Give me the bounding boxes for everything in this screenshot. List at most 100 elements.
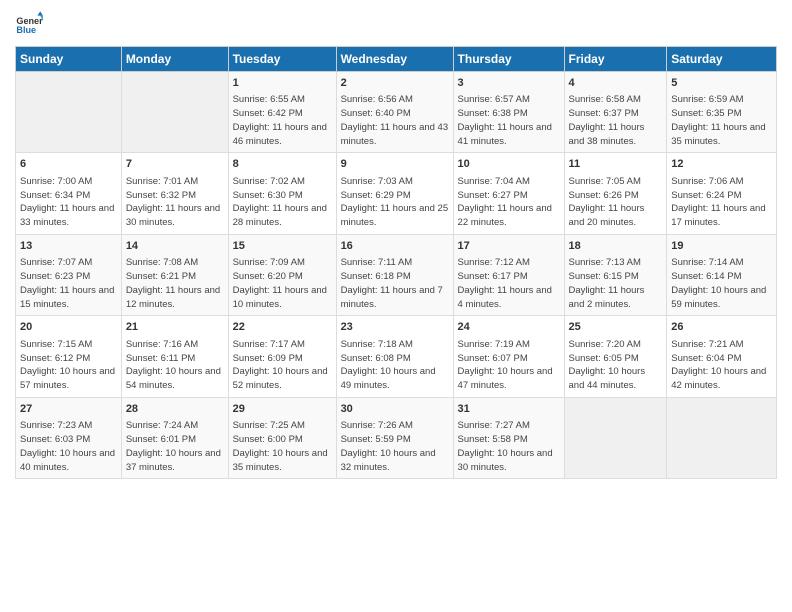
day-info: Sunrise: 6:59 AMSunset: 6:35 PMDaylight:… — [671, 93, 772, 148]
day-info: Sunrise: 6:57 AMSunset: 6:38 PMDaylight:… — [458, 93, 560, 148]
day-number: 17 — [458, 239, 560, 254]
weekday-header-thursday: Thursday — [453, 47, 564, 72]
weekday-header-friday: Friday — [564, 47, 667, 72]
weekday-header-row: SundayMondayTuesdayWednesdayThursdayFrid… — [16, 47, 777, 72]
logo-icon: General Blue — [15, 10, 43, 38]
day-info: Sunrise: 7:09 AMSunset: 6:20 PMDaylight:… — [233, 256, 332, 311]
calendar-cell — [667, 397, 777, 478]
day-info: Sunrise: 7:27 AMSunset: 5:58 PMDaylight:… — [458, 419, 560, 474]
calendar-cell: 2 Sunrise: 6:56 AMSunset: 6:40 PMDaylight… — [336, 72, 453, 153]
page: General Blue SundayMondayTuesdayWednesda… — [0, 0, 792, 612]
calendar-cell: 16 Sunrise: 7:11 AMSunset: 6:18 PMDayligh… — [336, 234, 453, 315]
day-info: Sunrise: 7:26 AMSunset: 5:59 PMDaylight:… — [341, 419, 449, 474]
calendar-cell: 24 Sunrise: 7:19 AMSunset: 6:07 PMDayligh… — [453, 316, 564, 397]
day-info: Sunrise: 7:07 AMSunset: 6:23 PMDaylight:… — [20, 256, 117, 311]
day-info: Sunrise: 7:00 AMSunset: 6:34 PMDaylight:… — [20, 175, 117, 230]
calendar-cell: 19 Sunrise: 7:14 AMSunset: 6:14 PMDayligh… — [667, 234, 777, 315]
day-info: Sunrise: 7:14 AMSunset: 6:14 PMDaylight:… — [671, 256, 772, 311]
day-number: 29 — [233, 402, 332, 417]
calendar-cell: 7 Sunrise: 7:01 AMSunset: 6:32 PMDaylight… — [121, 153, 228, 234]
day-info: Sunrise: 7:19 AMSunset: 6:07 PMDaylight:… — [458, 338, 560, 393]
weekday-header-tuesday: Tuesday — [228, 47, 336, 72]
calendar-cell — [121, 72, 228, 153]
day-info: Sunrise: 7:01 AMSunset: 6:32 PMDaylight:… — [126, 175, 224, 230]
calendar-cell: 4Sunrise: 6:58 AMSunset: 6:37 PMDaylight… — [564, 72, 667, 153]
calendar-cell: 27 Sunrise: 7:23 AMSunset: 6:03 PMDayligh… — [16, 397, 122, 478]
day-info: Sunrise: 7:06 AMSunset: 6:24 PMDaylight:… — [671, 175, 772, 230]
header: General Blue — [15, 10, 777, 38]
calendar-week-3: 13 Sunrise: 7:07 AMSunset: 6:23 PMDayligh… — [16, 234, 777, 315]
day-number: 9 — [341, 157, 449, 172]
day-number: 22 — [233, 320, 332, 335]
weekday-header-wednesday: Wednesday — [336, 47, 453, 72]
day-number: 2 — [341, 76, 449, 91]
weekday-header-monday: Monday — [121, 47, 228, 72]
svg-text:Blue: Blue — [16, 25, 36, 35]
day-info: Sunrise: 7:23 AMSunset: 6:03 PMDaylight:… — [20, 419, 117, 474]
day-number: 21 — [126, 320, 224, 335]
day-info: Sunrise: 7:11 AMSunset: 6:18 PMDaylight:… — [341, 256, 449, 311]
day-number: 27 — [20, 402, 117, 417]
calendar-cell: 14 Sunrise: 7:08 AMSunset: 6:21 PMDayligh… — [121, 234, 228, 315]
day-number: 19 — [671, 239, 772, 254]
day-number: 3 — [458, 76, 560, 91]
day-number: 31 — [458, 402, 560, 417]
day-number: 5 — [671, 76, 772, 91]
calendar-cell: 3 Sunrise: 6:57 AMSunset: 6:38 PMDaylight… — [453, 72, 564, 153]
day-number: 16 — [341, 239, 449, 254]
day-number: 20 — [20, 320, 117, 335]
day-info: Sunrise: 7:16 AMSunset: 6:11 PMDaylight:… — [126, 338, 224, 393]
calendar-cell: 30Sunrise: 7:26 AMSunset: 5:59 PMDayligh… — [336, 397, 453, 478]
day-info: Sunrise: 7:21 AMSunset: 6:04 PMDaylight:… — [671, 338, 772, 393]
day-info: Sunrise: 7:17 AMSunset: 6:09 PMDaylight:… — [233, 338, 332, 393]
day-info: Sunrise: 7:24 AMSunset: 6:01 PMDaylight:… — [126, 419, 224, 474]
calendar-week-5: 27 Sunrise: 7:23 AMSunset: 6:03 PMDayligh… — [16, 397, 777, 478]
calendar-cell: 1 Sunrise: 6:55 AMSunset: 6:42 PMDaylight… — [228, 72, 336, 153]
calendar-cell: 13 Sunrise: 7:07 AMSunset: 6:23 PMDayligh… — [16, 234, 122, 315]
calendar-cell: 9 Sunrise: 7:03 AMSunset: 6:29 PMDaylight… — [336, 153, 453, 234]
calendar-table: SundayMondayTuesdayWednesdayThursdayFrid… — [15, 46, 777, 479]
calendar-cell: 20 Sunrise: 7:15 AMSunset: 6:12 PMDayligh… — [16, 316, 122, 397]
day-number: 24 — [458, 320, 560, 335]
calendar-cell: 11Sunrise: 7:05 AMSunset: 6:26 PMDayligh… — [564, 153, 667, 234]
calendar-week-2: 6Sunrise: 7:00 AMSunset: 6:34 PMDaylight… — [16, 153, 777, 234]
day-info: Sunrise: 7:03 AMSunset: 6:29 PMDaylight:… — [341, 175, 449, 230]
calendar-cell: 18 Sunrise: 7:13 AMSunset: 6:15 PMDayligh… — [564, 234, 667, 315]
calendar-cell: 10 Sunrise: 7:04 AMSunset: 6:27 PMDayligh… — [453, 153, 564, 234]
calendar-cell: 12Sunrise: 7:06 AMSunset: 6:24 PMDayligh… — [667, 153, 777, 234]
weekday-header-sunday: Sunday — [16, 47, 122, 72]
day-info: Sunrise: 7:20 AMSunset: 6:05 PMDaylight:… — [569, 338, 663, 393]
day-info: Sunrise: 7:02 AMSunset: 6:30 PMDaylight:… — [233, 175, 332, 230]
day-number: 26 — [671, 320, 772, 335]
calendar-week-4: 20 Sunrise: 7:15 AMSunset: 6:12 PMDayligh… — [16, 316, 777, 397]
day-info: Sunrise: 6:55 AMSunset: 6:42 PMDaylight:… — [233, 93, 332, 148]
calendar-cell: 8Sunrise: 7:02 AMSunset: 6:30 PMDaylight… — [228, 153, 336, 234]
day-number: 13 — [20, 239, 117, 254]
calendar-cell: 26 Sunrise: 7:21 AMSunset: 6:04 PMDayligh… — [667, 316, 777, 397]
day-number: 1 — [233, 76, 332, 91]
day-info: Sunrise: 7:04 AMSunset: 6:27 PMDaylight:… — [458, 175, 560, 230]
day-info: Sunrise: 7:12 AMSunset: 6:17 PMDaylight:… — [458, 256, 560, 311]
day-info: Sunrise: 6:56 AMSunset: 6:40 PMDaylight:… — [341, 93, 449, 148]
calendar-cell: 23 Sunrise: 7:18 AMSunset: 6:08 PMDayligh… — [336, 316, 453, 397]
day-number: 10 — [458, 157, 560, 172]
calendar-cell: 21 Sunrise: 7:16 AMSunset: 6:11 PMDayligh… — [121, 316, 228, 397]
calendar-cell: 6Sunrise: 7:00 AMSunset: 6:34 PMDaylight… — [16, 153, 122, 234]
day-number: 23 — [341, 320, 449, 335]
day-info: Sunrise: 7:18 AMSunset: 6:08 PMDaylight:… — [341, 338, 449, 393]
weekday-header-saturday: Saturday — [667, 47, 777, 72]
calendar-cell: 31 Sunrise: 7:27 AMSunset: 5:58 PMDayligh… — [453, 397, 564, 478]
calendar-week-1: 1 Sunrise: 6:55 AMSunset: 6:42 PMDaylight… — [16, 72, 777, 153]
day-info: Sunrise: 7:15 AMSunset: 6:12 PMDaylight:… — [20, 338, 117, 393]
day-number: 28 — [126, 402, 224, 417]
day-info: Sunrise: 7:08 AMSunset: 6:21 PMDaylight:… — [126, 256, 224, 311]
calendar-cell: 5 Sunrise: 6:59 AMSunset: 6:35 PMDaylight… — [667, 72, 777, 153]
day-info: Sunrise: 7:13 AMSunset: 6:15 PMDaylight:… — [569, 256, 663, 311]
day-number: 7 — [126, 157, 224, 172]
day-info: Sunrise: 7:25 AMSunset: 6:00 PMDaylight:… — [233, 419, 332, 474]
day-number: 14 — [126, 239, 224, 254]
calendar-cell: 15Sunrise: 7:09 AMSunset: 6:20 PMDayligh… — [228, 234, 336, 315]
day-number: 18 — [569, 239, 663, 254]
calendar-cell: 17 Sunrise: 7:12 AMSunset: 6:17 PMDayligh… — [453, 234, 564, 315]
day-info: Sunrise: 7:05 AMSunset: 6:26 PMDaylight:… — [569, 175, 663, 230]
